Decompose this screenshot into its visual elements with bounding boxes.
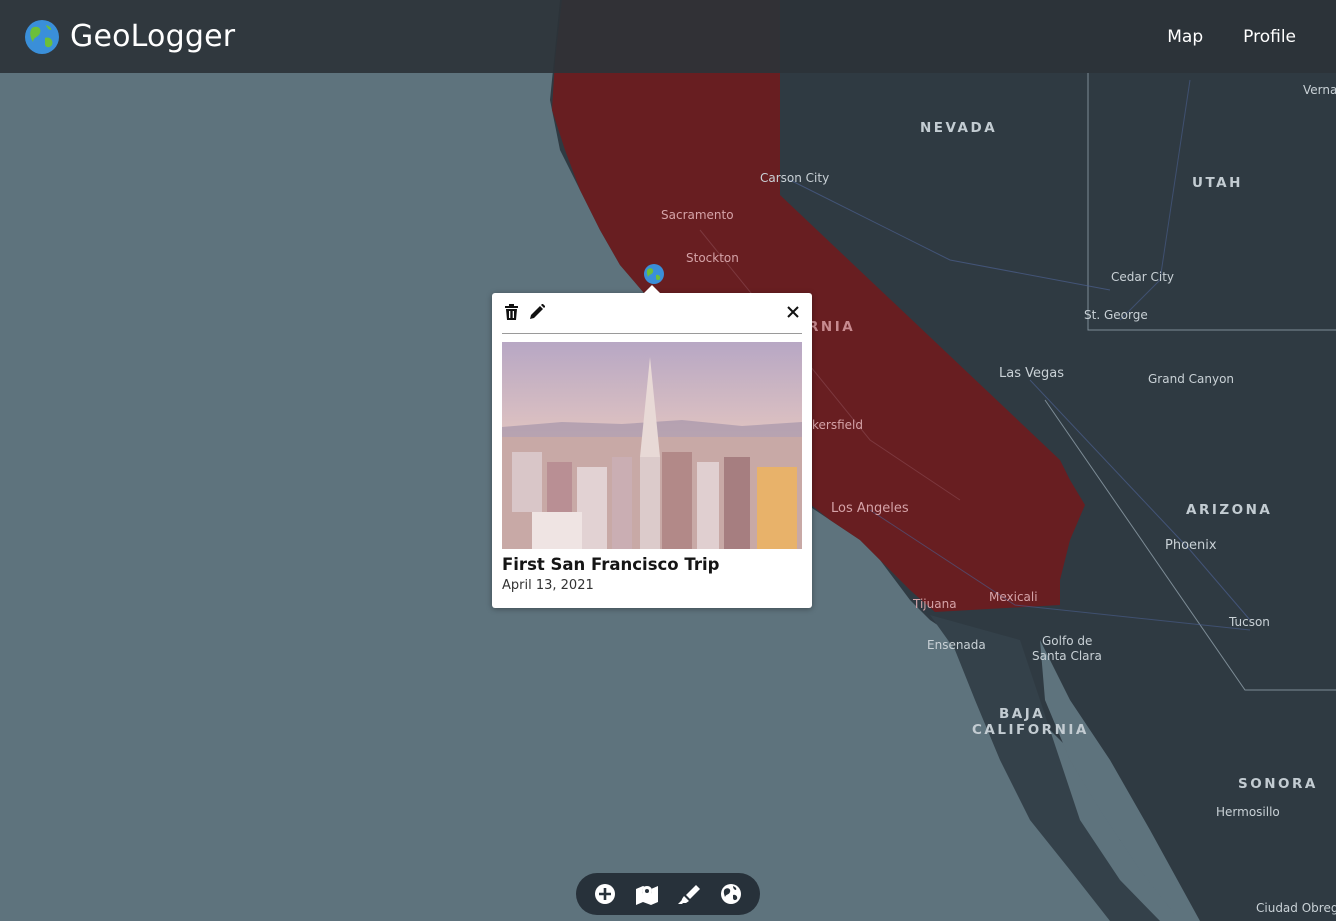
city-label: Phoenix xyxy=(1165,538,1217,553)
popup-tip xyxy=(644,285,660,293)
label-sonora: SONORA xyxy=(1238,776,1318,792)
city-skyline-photo xyxy=(502,342,802,549)
city-label: Tijuana xyxy=(913,597,957,611)
city-label: Carson City xyxy=(760,171,830,185)
city-label: Tucson xyxy=(1229,615,1270,629)
trip-popup: First San Francisco Trip April 13, 2021 xyxy=(492,285,812,608)
city-label: Grand Canyon xyxy=(1148,372,1235,386)
city-label: St. George xyxy=(1084,308,1148,322)
label-baja-california: CALIFORNIA xyxy=(972,722,1089,738)
globe-marker-icon xyxy=(644,264,664,284)
trash-icon xyxy=(504,304,518,320)
add-log-button[interactable] xyxy=(592,881,618,907)
highlight-button[interactable] xyxy=(676,881,702,907)
globe-view-button[interactable] xyxy=(718,881,744,907)
navbar: GeoLogger Map Profile xyxy=(0,0,1336,73)
city-label: Mexicali xyxy=(989,590,1038,604)
map-marker-icon xyxy=(636,886,658,905)
city-label: Ciudad Obregón xyxy=(1256,901,1336,915)
trip-title: First San Francisco Trip xyxy=(502,555,720,574)
city-label: Ensenada xyxy=(927,638,986,652)
label-baja: BAJA xyxy=(999,706,1046,722)
brand[interactable]: GeoLogger xyxy=(24,19,235,55)
label-california-partial: RNIA xyxy=(808,319,856,335)
nav-profile-link[interactable]: Profile xyxy=(1243,27,1296,47)
popup-actions xyxy=(502,303,546,321)
globe-americas-icon xyxy=(25,19,59,54)
city-label: Stockton xyxy=(686,251,739,265)
highlighter-icon xyxy=(678,885,700,904)
close-button[interactable] xyxy=(784,303,802,321)
globe-icon xyxy=(721,884,741,904)
city-label: kersfield xyxy=(812,418,863,432)
city-label: Santa Clara xyxy=(1032,649,1102,663)
city-label: Las Vegas xyxy=(999,366,1064,381)
label-arizona: ARIZONA xyxy=(1186,502,1273,518)
city-label: Sacramento xyxy=(661,208,734,222)
edit-button[interactable] xyxy=(528,303,546,321)
trip-date: April 13, 2021 xyxy=(502,578,594,593)
trip-marker[interactable] xyxy=(643,263,665,285)
label-utah: UTAH xyxy=(1192,175,1243,191)
popup-divider xyxy=(502,333,802,334)
nav-map-link[interactable]: Map xyxy=(1167,27,1203,47)
trip-photo xyxy=(502,342,802,549)
city-label: Hermosillo xyxy=(1216,805,1280,819)
map-toolbar xyxy=(576,873,760,915)
close-icon xyxy=(787,306,799,318)
city-label: Los Angeles xyxy=(831,501,909,516)
label-nevada: NEVADA xyxy=(920,120,998,136)
city-label: Cedar City xyxy=(1111,270,1174,284)
city-label: Verna xyxy=(1303,83,1336,97)
plus-circle-icon xyxy=(595,884,615,904)
pencil-icon xyxy=(530,304,545,319)
map-view-button[interactable] xyxy=(634,881,660,907)
city-label: Golfo de xyxy=(1042,634,1093,648)
nav-links: Map Profile xyxy=(1167,27,1312,47)
app-name: GeoLogger xyxy=(70,19,236,54)
delete-button[interactable] xyxy=(502,303,520,321)
